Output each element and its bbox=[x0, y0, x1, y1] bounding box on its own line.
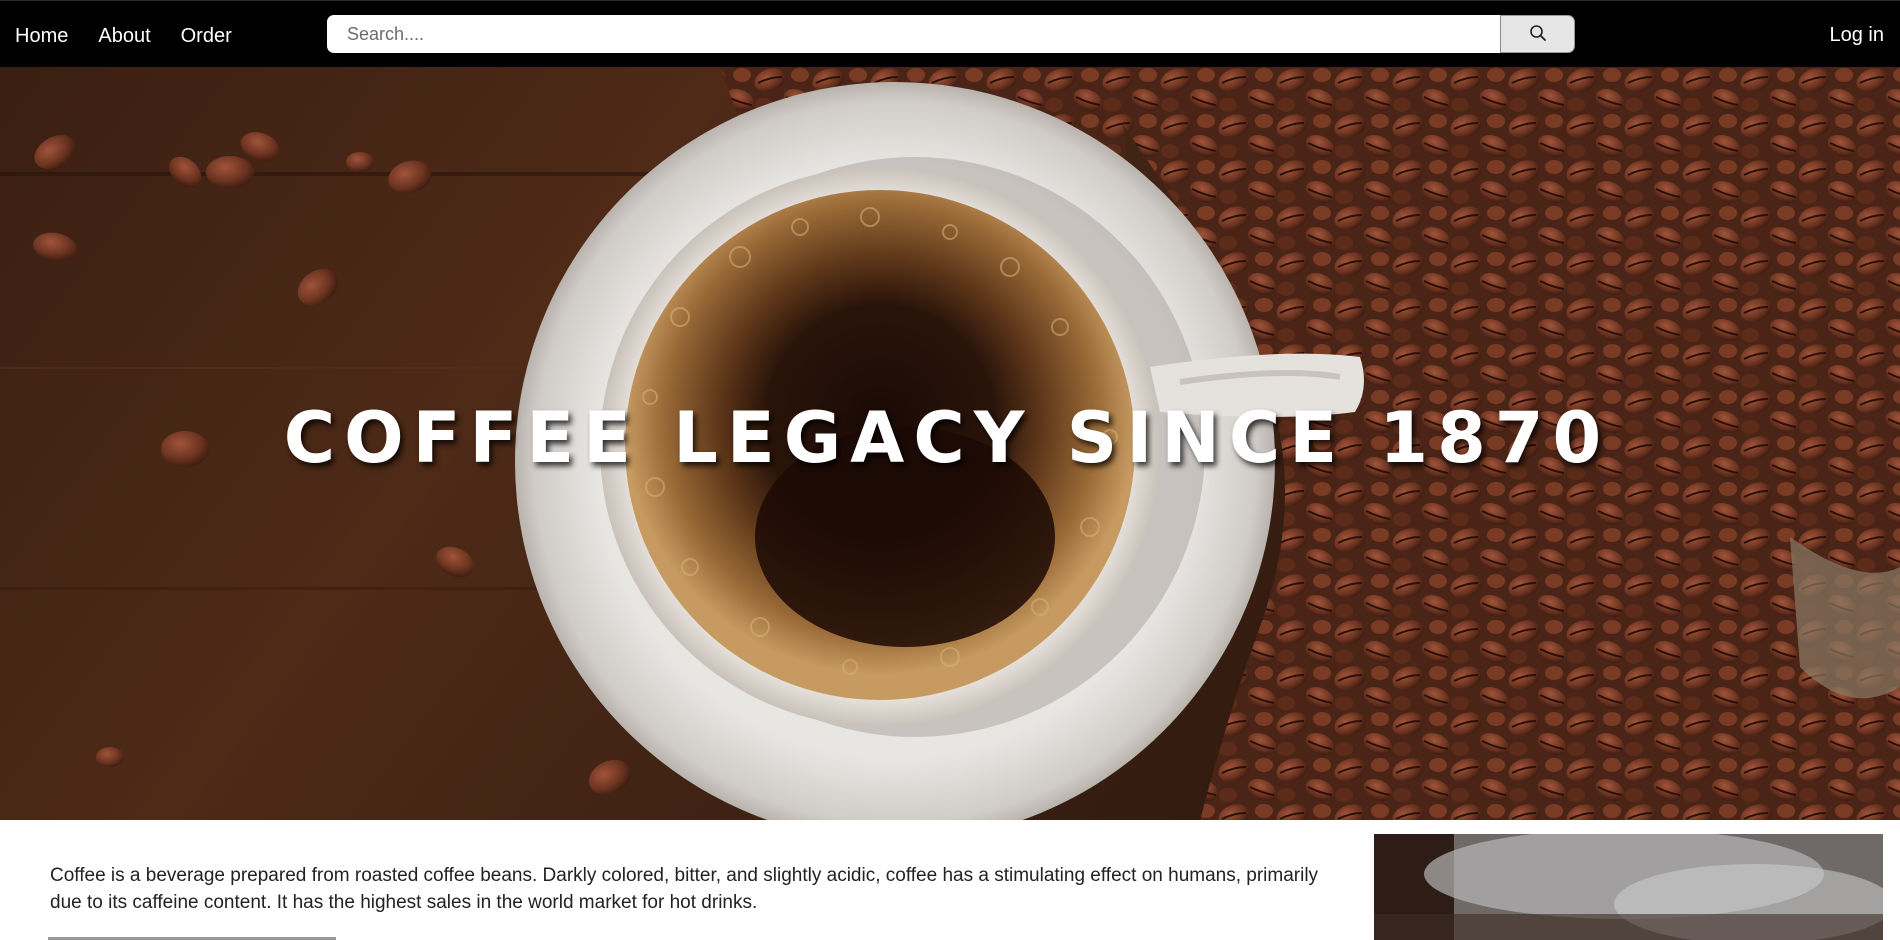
intro-section: Coffee is a beverage prepared from roast… bbox=[0, 820, 1900, 940]
search-button[interactable] bbox=[1500, 15, 1575, 53]
nav-link-about[interactable]: About bbox=[98, 23, 150, 49]
search-icon bbox=[1529, 24, 1547, 45]
hero-banner: COFFEE LEGACY SINCE 1870 bbox=[0, 67, 1900, 820]
coffee-photo-image bbox=[1374, 834, 1883, 940]
nav-link-order[interactable]: Order bbox=[181, 23, 232, 49]
intro-text: Coffee is a beverage prepared from roast… bbox=[50, 865, 1319, 913]
login-link[interactable]: Log in bbox=[1830, 22, 1885, 48]
coffee-side-image bbox=[1374, 834, 1883, 940]
nav-links: Home About Order bbox=[15, 23, 232, 49]
hero-title: COFFEE LEGACY SINCE 1870 bbox=[283, 397, 1611, 479]
nav-link-home[interactable]: Home bbox=[15, 23, 68, 49]
search-bar bbox=[327, 15, 1575, 53]
search-input[interactable] bbox=[327, 15, 1500, 53]
top-navbar: Home About Order Log in bbox=[0, 0, 1900, 67]
